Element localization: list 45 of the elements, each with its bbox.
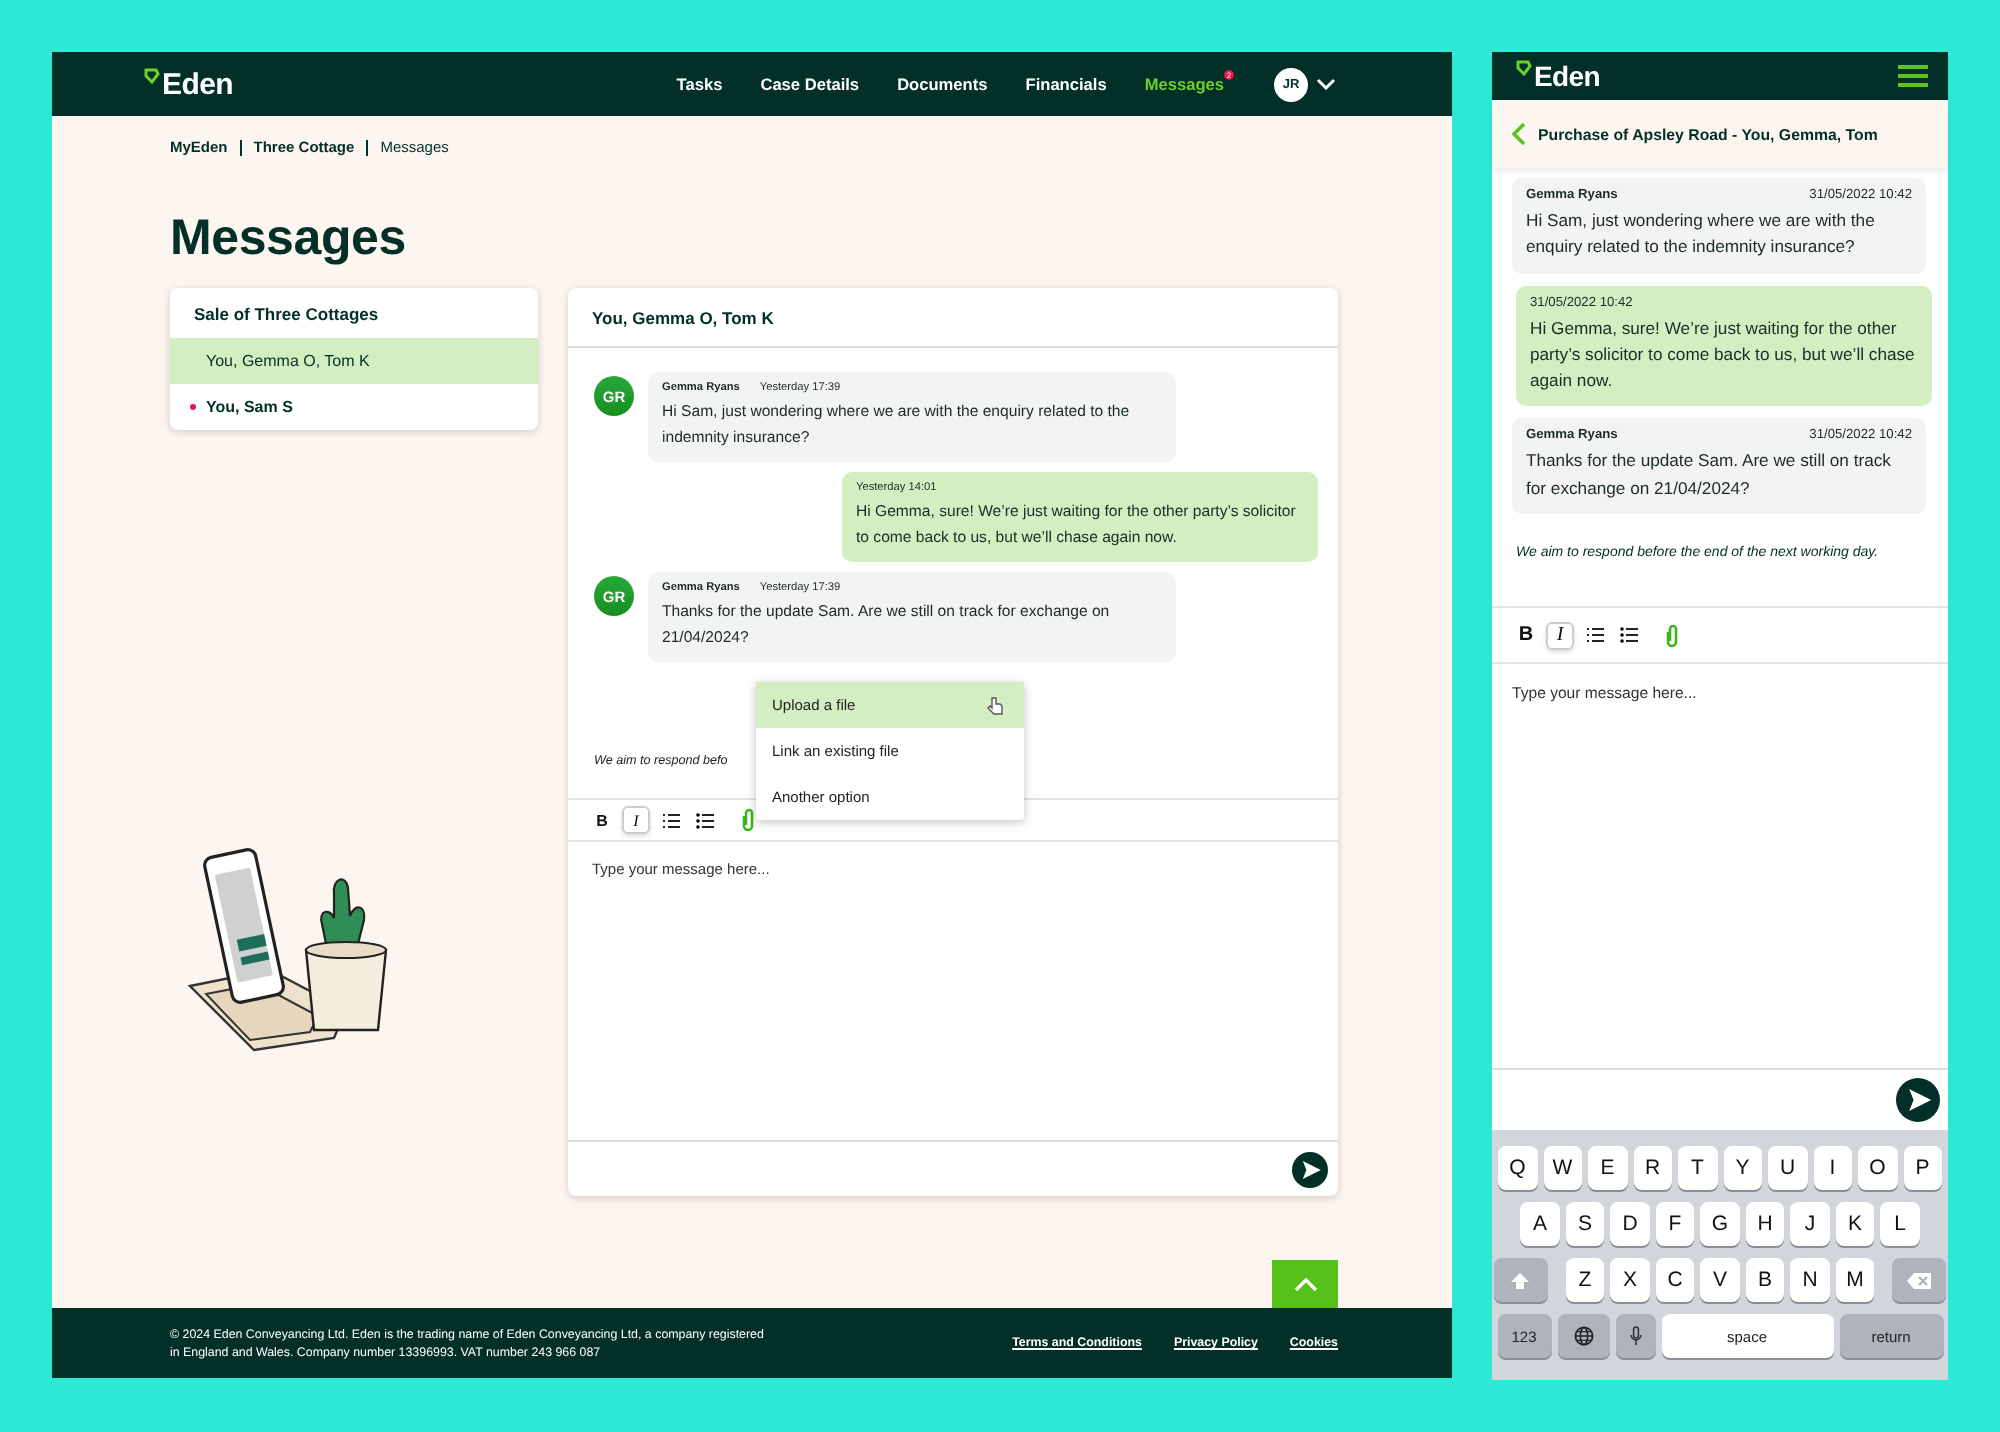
keyboard-key[interactable]: E	[1588, 1146, 1627, 1190]
keyboard-key[interactable]: U	[1768, 1146, 1807, 1190]
page-title: Messages	[170, 208, 408, 268]
keyboard-key[interactable]: Q	[1498, 1146, 1537, 1190]
keyboard-key[interactable]: O	[1858, 1146, 1897, 1190]
keyboard-key[interactable]: Y	[1723, 1146, 1762, 1190]
keyboard-key[interactable]: G	[1700, 1202, 1740, 1246]
keyboard-key[interactable]: N	[1790, 1258, 1830, 1302]
brand-logo[interactable]: Eden	[1534, 60, 1601, 92]
keyboard-key[interactable]: F	[1655, 1202, 1695, 1246]
bold-button[interactable]: B	[1512, 621, 1540, 650]
italic-button[interactable]: I	[1546, 621, 1574, 650]
keyboard-key[interactable]: C	[1655, 1258, 1695, 1302]
keyboard-key[interactable]: D	[1610, 1202, 1650, 1246]
nav-link[interactable]: Tasks	[676, 74, 723, 94]
keyboard-key[interactable]: L	[1880, 1202, 1920, 1246]
thread-item[interactable]: You, Gemma O, Tom K	[170, 338, 538, 384]
keyboard-key[interactable]: H	[1745, 1202, 1785, 1246]
thread-item[interactable]: You, Sam S	[170, 384, 538, 430]
keyboard-key[interactable]: V	[1700, 1258, 1740, 1302]
message-text: Thanks for the update Sam. Are we still on track for exchange on 21/04/2024?	[1526, 448, 1893, 502]
keyboard-key[interactable]: Z	[1565, 1258, 1605, 1302]
keyboard-key[interactable]: P	[1903, 1146, 1942, 1190]
keyboard-key[interactable]: S	[1565, 1202, 1605, 1246]
nav-link[interactable]: Messages	[1144, 74, 1224, 94]
keyboard-key[interactable]: A	[1520, 1202, 1560, 1246]
message-text: Hi Gemma, sure! We’re just waiting for the other party’s solicitor to come back to us, but we’ll chase again now.	[1530, 315, 1917, 395]
keyboard-key[interactable]: K	[1835, 1202, 1875, 1246]
italic-button[interactable]: I	[622, 806, 650, 834]
message-text: Hi Sam, just wondering where we are with the enquiry related to the indemnity insurance?	[1526, 208, 1877, 261]
keyboard-key[interactable]: T	[1678, 1146, 1717, 1190]
nav-link[interactable]: Case Details	[760, 74, 860, 94]
keyboard-key[interactable]: B	[1745, 1258, 1785, 1302]
nav-link[interactable]: Documents	[897, 74, 988, 94]
nav-link[interactable]: Financials	[1025, 74, 1107, 94]
keyboard-key[interactable]: M	[1835, 1258, 1875, 1302]
conversation-title: You, Gemma O, Tom K	[592, 307, 774, 327]
keyboard-key[interactable]: J	[1790, 1202, 1830, 1246]
brand-logo[interactable]: Eden	[162, 67, 233, 101]
keyboard-key[interactable]: R	[1633, 1146, 1672, 1190]
bold-button[interactable]: B	[588, 806, 616, 834]
keyboard-key[interactable]: X	[1610, 1258, 1650, 1302]
keyboard-key[interactable]: I	[1813, 1146, 1852, 1190]
keyboard-key[interactable]: W	[1543, 1146, 1582, 1190]
thread-group-heading: Sale of Three Cottages	[192, 302, 381, 328]
